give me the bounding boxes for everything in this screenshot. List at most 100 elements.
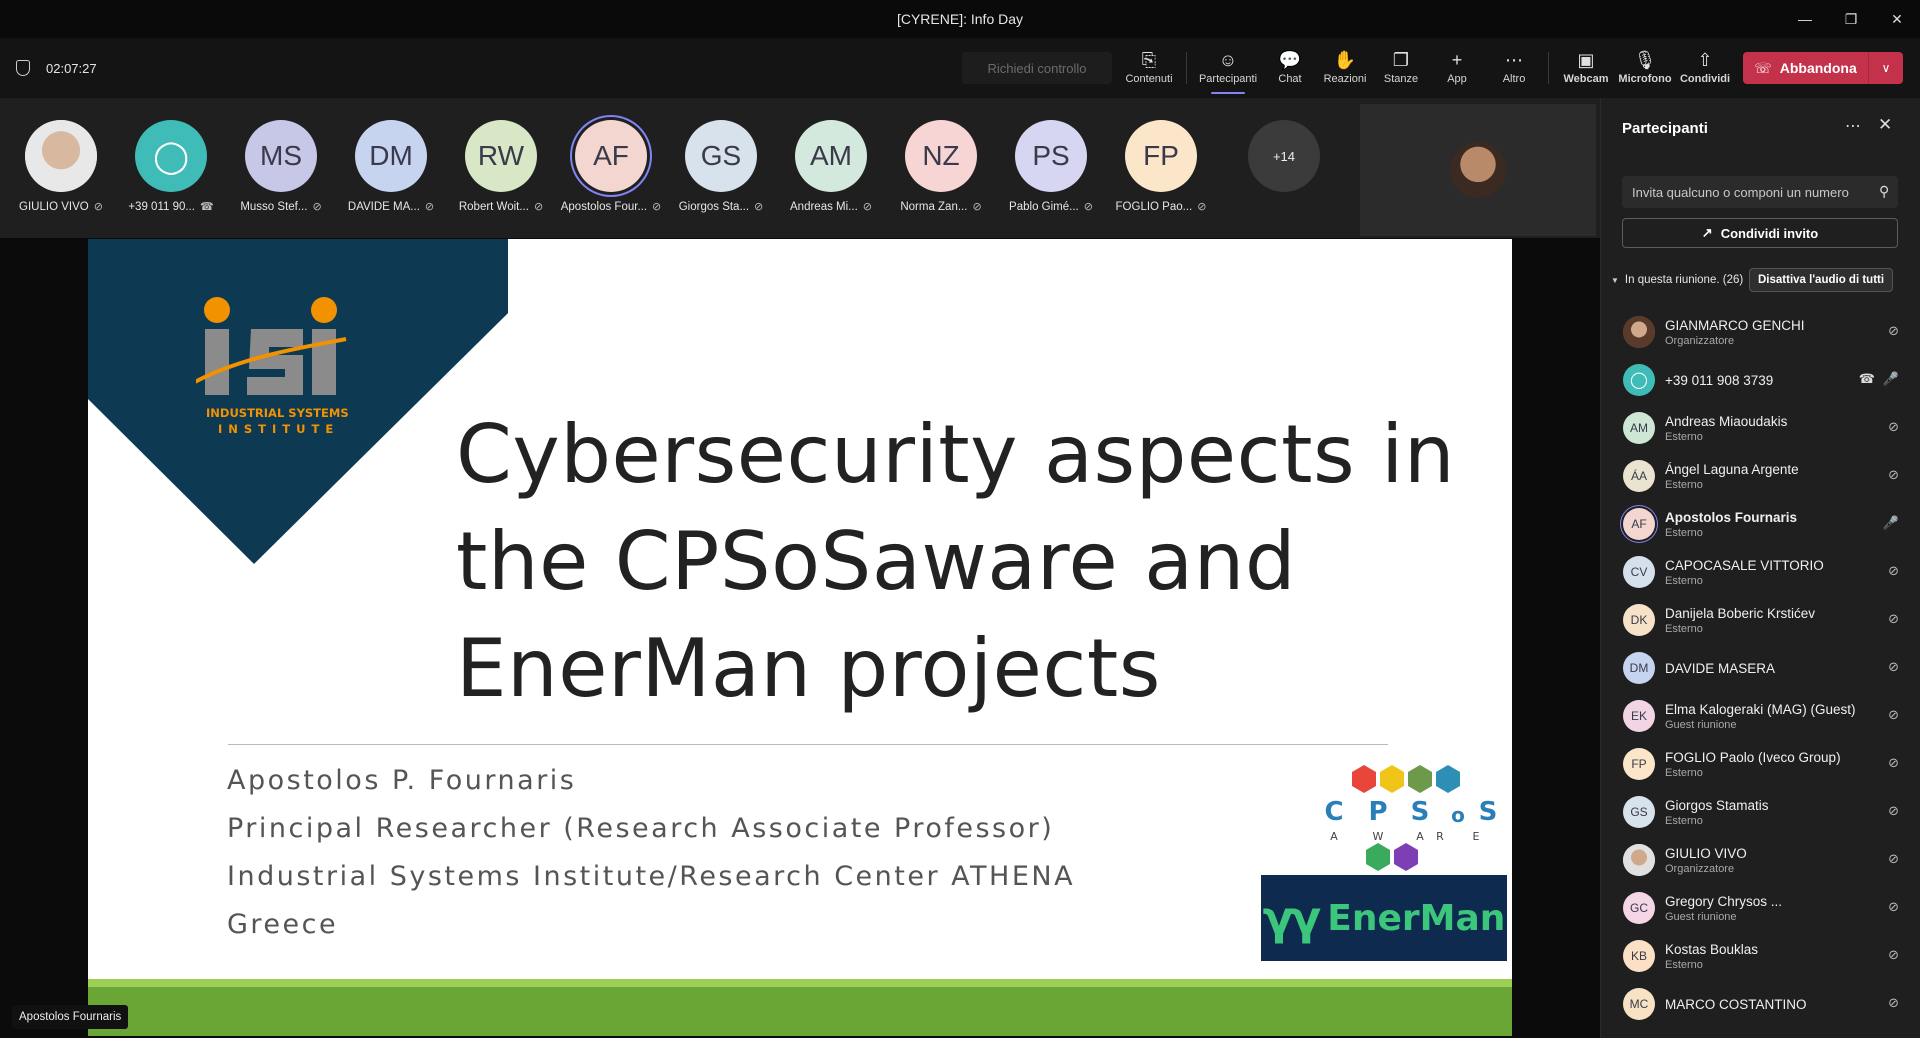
participant-name: Pablo Gimé... [1009, 200, 1079, 213]
meeting-timer: 02:07:27 [46, 60, 97, 76]
participant-list-item[interactable]: CV CAPOCASALE VITTORIO Esterno ⊘ [1601, 548, 1920, 596]
participant-name: FOGLIO Paolo (Iveco Group) [1665, 749, 1841, 765]
participant-tile[interactable]: GS Giorgos Sta... ⊘ [666, 120, 776, 213]
avatar: GS [1623, 796, 1655, 828]
avatar: CV [1623, 556, 1655, 588]
reactions-button[interactable]: ✋ Reazioni [1322, 38, 1368, 98]
phone-hangup-icon: ☏ [1754, 59, 1772, 76]
participant-tile-name: DAVIDE MA... ⊘ [348, 200, 434, 214]
participant-tile[interactable]: AM Andreas Mi... ⊘ [776, 120, 886, 213]
slide-title-line: Cybersecurity aspects in [456, 408, 1456, 501]
leave-button[interactable]: ☏ Abbandona ∨ [1743, 52, 1903, 84]
avatar: AM [1623, 412, 1655, 444]
restore-icon[interactable]: ❐ [1828, 0, 1874, 38]
participant-tile[interactable]: AF Apostolos Four... ⊘ [556, 120, 666, 213]
participant-tile[interactable]: FP FOGLIO Pao... ⊘ [1106, 120, 1216, 213]
participant-name: GIULIO VIVO [1665, 845, 1747, 861]
avatar: AF [1623, 508, 1655, 540]
participant-list-item[interactable]: DK Danijela Boberic Krstićev Esterno ⊘ [1601, 596, 1920, 644]
participant-info: GIANMARCO GENCHI Organizzatore [1665, 318, 1805, 347]
participant-tile-name: GIULIO VIVO ⊘ [19, 200, 103, 214]
mic-off-icon: ⊘ [1888, 659, 1899, 674]
chevron-down-icon[interactable]: ∨ [1869, 61, 1903, 75]
participant-list-item[interactable]: AM Andreas Miaoudakis Esterno ⊘ [1601, 404, 1920, 452]
participants-button[interactable]: ☺ Partecipanti [1196, 38, 1260, 98]
teams-meeting-window: [CYRENE]: Info Day — ❐ ✕ 02:07:27 Richie… [0, 0, 1920, 1038]
share-invite-button[interactable]: ↗ Condividi invito [1622, 218, 1898, 248]
participant-tile[interactable]: PS Pablo Gimé... ⊘ [996, 120, 1106, 213]
photo-avatar-icon [1623, 316, 1655, 348]
participant-tile[interactable]: GIULIO VIVO ⊘ [6, 120, 116, 213]
avatar: MS [245, 120, 317, 192]
webcam-button[interactable]: ▣ Webcam [1561, 38, 1611, 98]
shield-icon[interactable] [16, 60, 30, 76]
mic-off-icon: ⊘ [1888, 563, 1899, 578]
in-meeting-section-toggle[interactable]: ▼ In questa riunione. (26) [1611, 274, 1743, 286]
participant-tile[interactable]: RW Robert Woit... ⊘ [446, 120, 556, 213]
participant-info: Elma Kalogeraki (MAG) (Guest) Guest riuni… [1665, 702, 1856, 731]
request-control-button[interactable]: Richiedi controllo [962, 52, 1112, 84]
chat-button[interactable]: 💬 Chat [1270, 38, 1310, 98]
participant-list-item[interactable]: FP FOGLIO Paolo (Iveco Group) Esterno ⊘ [1601, 740, 1920, 788]
microphone-button[interactable]: 🎙 Microfono [1617, 38, 1673, 98]
participant-list: GIANMARCO GENCHI Organizzatore ⊘ ◯ +39 011 9… [1601, 308, 1920, 1028]
participant-list-item[interactable]: KB Kostas Bouklas Esterno ⊘ [1601, 932, 1920, 980]
mic-icon: 🎤 [1882, 515, 1899, 530]
content-button[interactable]: ⎘ Contenuti [1125, 38, 1173, 98]
search-icon[interactable]: ⚲ [1879, 183, 1889, 200]
more-participants-button[interactable]: +14 [1248, 120, 1320, 192]
close-pane-icon[interactable]: ✕ [1878, 115, 1892, 135]
cpsos-letter: C [1324, 797, 1343, 827]
avatar: FP [1623, 748, 1655, 780]
participant-list-item[interactable]: MC MARCO COSTANTINO ⊘ [1601, 980, 1920, 1028]
more-options-icon[interactable]: ⋯ [1845, 116, 1861, 136]
self-avatar [1450, 142, 1506, 198]
mic-off-icon: ⊘ [312, 201, 322, 213]
participant-tile[interactable]: DM DAVIDE MA... ⊘ [336, 120, 446, 213]
window-title: [CYRENE]: Info Day [896, 11, 1024, 27]
close-window-icon[interactable]: ✕ [1874, 0, 1920, 38]
participant-tile-name: Norma Zan... ⊘ [900, 200, 982, 214]
minimize-icon[interactable]: — [1782, 0, 1828, 38]
participant-info: Apostolos Fournaris Esterno [1665, 510, 1797, 539]
rooms-button[interactable]: ❐ Stanze [1380, 38, 1422, 98]
self-video-preview[interactable] [1360, 104, 1596, 236]
more-actions-button[interactable]: ⋯ Altro [1494, 38, 1534, 98]
invite-search-input[interactable] [1622, 176, 1898, 208]
enerman-logo: γγ EnerMan [1261, 875, 1507, 961]
isi-caption-2: INSTITUTE [218, 422, 339, 436]
cpsos-sub-letter: R [1436, 830, 1444, 843]
participant-list-item[interactable]: EK Elma Kalogeraki (MAG) (Guest) Guest riu… [1601, 692, 1920, 740]
presenter-name: Apostolos P. Fournaris [227, 765, 577, 796]
participant-list-item[interactable]: GS Giorgos Stamatis Esterno ⊘ [1601, 788, 1920, 836]
participant-tile-name: FOGLIO Pao... ⊘ [1116, 200, 1207, 214]
participant-list-item[interactable]: GC Gregory Chrysos ... Guest riunione ⊘ [1601, 884, 1920, 932]
cpsosaware-logo: C P So SA W A R E [1324, 765, 1498, 871]
participants-label: Partecipanti [1198, 73, 1258, 85]
active-speaker-label: Apostolos Fournaris [12, 1005, 129, 1029]
avatar: AM [795, 120, 867, 192]
participant-tile[interactable]: MS Musso Stef... ⊘ [226, 120, 336, 213]
participant-list-item[interactable]: AF Apostolos Fournaris Esterno 🎤 [1601, 500, 1920, 548]
participant-info: DAVIDE MASERA [1665, 661, 1775, 676]
participant-list-item[interactable]: GIULIO VIVO Organizzatore ⊘ [1601, 836, 1920, 884]
rooms-icon: ❐ [1392, 50, 1410, 70]
cpsos-sub-letter: E [1473, 830, 1480, 843]
apps-button[interactable]: + App [1440, 38, 1474, 98]
cpsos-letter: S [1479, 797, 1498, 827]
participant-list-item[interactable]: DM DAVIDE MASERA ⊘ [1601, 644, 1920, 692]
participant-list-item[interactable]: ÁA Ángel Laguna Argente Esterno ⊘ [1601, 452, 1920, 500]
participant-name: Gregory Chrysos ... [1665, 893, 1783, 909]
participant-tile-name: Giorgos Sta... ⊘ [679, 200, 764, 214]
mic-off-icon: ⊘ [972, 201, 982, 213]
share-button[interactable]: ⇧ Condividi [1679, 38, 1731, 98]
avatar: ◯ [1623, 364, 1655, 396]
participant-list-item[interactable]: GIANMARCO GENCHI Organizzatore ⊘ [1601, 308, 1920, 356]
participant-tile[interactable]: ◯ +39 011 90... ☎ [116, 120, 226, 213]
participant-list-item[interactable]: ◯ +39 011 908 3739 🎤 ☎ [1601, 356, 1920, 404]
leave-main[interactable]: ☏ Abbandona [1743, 60, 1868, 77]
camera-off-icon: ▣ [1577, 50, 1595, 70]
mic-off-icon: ⊘ [1888, 851, 1899, 866]
mute-all-button[interactable]: Disattiva l'audio di tutti [1749, 268, 1894, 292]
participant-tile[interactable]: NZ Norma Zan... ⊘ [886, 120, 996, 213]
